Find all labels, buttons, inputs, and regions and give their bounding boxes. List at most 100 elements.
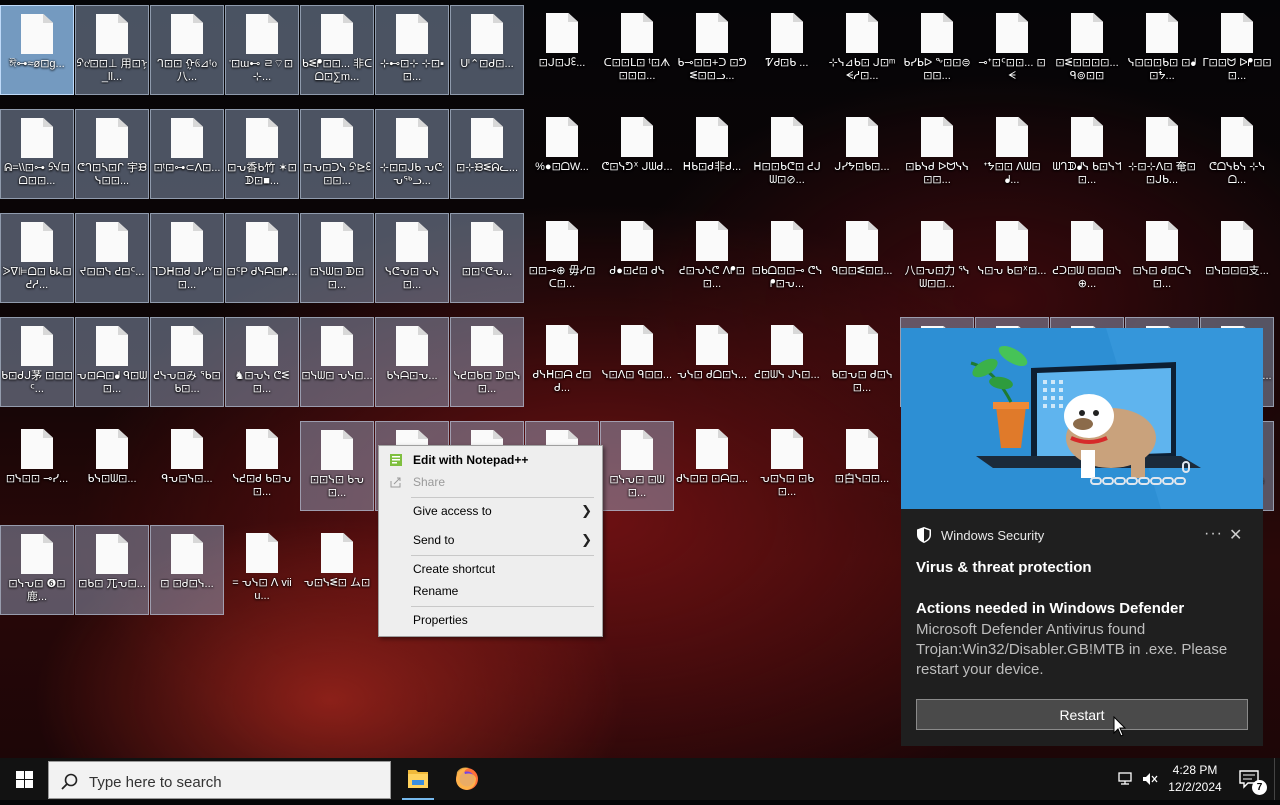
desktop-file-icon[interactable]: ᓭ⊡ᕃ ᑲ⊡ᕁ⊡... (975, 213, 1049, 303)
desktop-file-icon[interactable]: ᑖ⊡⊡ᒪ⊡ ᵗ⊡ᗑ⊡⊡⊡... (600, 5, 674, 95)
desktop-file-icon[interactable]: ⊡ᓭ⊡⊡ ⊸ᓯ... (0, 421, 74, 511)
desktop-file-icon[interactable]: ᕃ⊡ᓭᓬ⊡ ム⊡ (300, 525, 374, 615)
desktop-file-icon[interactable]: ᑲᓯᖯᐅ ᖕ⊡⊡⊜⊡⊡... (900, 5, 974, 95)
desktop-file-icon[interactable]: ᐩᖭ⊡⊡ ᐲᗯ⊡ᖱ... (975, 109, 1049, 199)
desktop-file-icon[interactable]: ᑯ●⊡ᕍ⊡ ᑯᓭ (600, 213, 674, 303)
menu-item-rename[interactable]: Rename (379, 580, 602, 602)
menu-item-send-to[interactable]: Send to ❯ (379, 529, 602, 551)
desktop-file-icon[interactable]: ⊡ᒍ⊡ᒎᢄ... (525, 5, 599, 95)
close-icon[interactable]: ✕ (1229, 525, 1242, 545)
desktop-file-icon[interactable]: ᒉ⊡⊡ ᠭ᧖⊿ᵗ᧐八... (150, 5, 224, 95)
desktop-file-icon[interactable]: ᑲᓬᖰ⊡⊡... 非ᑖᗝ⊡∑m... (300, 5, 374, 95)
desktop-file-icon[interactable]: ⊹⊡⊹ᐱ⊡ 奄⊡⊡ᒍᑲ... (1125, 109, 1199, 199)
desktop-file-icon[interactable]: ᓭ⊡ᐱ⊡ ᑫ⊡⊡... (600, 317, 674, 407)
taskbar-app-file-explorer[interactable] (394, 758, 442, 800)
desktop-file-icon[interactable]: ᓭᕍ⊡ᑯ ᑲ⊡ᕃ⊡... (225, 421, 299, 511)
desktop-file-icon[interactable]: ⊡白ᓭ⊡⊡... (825, 421, 899, 511)
network-icon[interactable] (1117, 771, 1135, 787)
desktop-file-icon[interactable]: ᐷᐁ⊫ᗝ⊡ ᑲᖾ⊡ᕍᓱ... (0, 213, 74, 303)
desktop-file-icon[interactable]: ᕦ⊡ᓭᕤᕁ ᒍᗯᑯ... (600, 109, 674, 199)
desktop-file-icon[interactable]: ⊡ᵗ⊡⊶⊂ᐱ⊡... (150, 109, 224, 199)
desktop-file-icon[interactable]: ⊡⊹ᙖᓬᕱᓚ... (450, 109, 524, 199)
restart-button[interactable]: Restart (916, 699, 1248, 730)
menu-item-give-access-to[interactable]: Give access to ❯ (379, 500, 602, 522)
taskbar-clock[interactable]: 4:28 PM 12/2/2024 (1160, 762, 1230, 796)
desktop-file-icon[interactable]: ⊡⊡ᓭ⊡ ᑲᕃ⊡... (300, 421, 374, 511)
desktop-file-icon[interactable]: ⊸ᐩ⊡ᑦ⊡⊡... ⊡ᗕ (975, 5, 1049, 95)
desktop-file-icon[interactable]: ᕃ⊡ᗩ⊡ᖱ ᑫ⊡ᗯ⊡... (75, 317, 149, 407)
desktop-file-icon[interactable]: ᔪ⊡⊡ᓭ ᕍ⊡ᑦ... (75, 213, 149, 303)
desktop-file-icon[interactable]: ᕍ⊡ᕃᓭᕦ ᐱᖰ⊡⊡... (675, 213, 749, 303)
menu-item-edit-with-notepad[interactable]: Edit with Notepad++ (379, 449, 602, 471)
start-button[interactable] (0, 758, 48, 800)
desktop-file-icon[interactable]: ᕦᗝᓭᑲᓭ ⊹ᓭᗝ... (1200, 109, 1274, 199)
desktop-file-icon[interactable]: ᕃᓭ⊡ ᑯᗝ⊡ᓭ... (675, 317, 749, 407)
desktop-file-icon[interactable]: ᕃ⊡ᓭ⊡ ⊡ᑲ⊡... (750, 421, 824, 511)
desktop-file-icon[interactable]: ᕼᑲ⊡ᑯ非ᑯ... (675, 109, 749, 199)
desktop-file-icon[interactable]: ⊡ᓬ⊡⊡⊡⊡... ᑫ⊚⊡⊡ (1050, 5, 1124, 95)
desktop-file-icon[interactable]: ᑲᓭ⊡ᗯ⊡... (75, 421, 149, 511)
volume-muted-icon[interactable] (1141, 771, 1159, 787)
desktop-file-icon[interactable]: ᑧ⌃⊡ᑯ⊡... (450, 5, 524, 95)
menu-item-properties[interactable]: Properties (379, 609, 602, 631)
action-center-button[interactable]: 7 (1232, 758, 1270, 800)
desktop-file-icon[interactable]: ᓭ⊡⊡⊡ᑲ⊡ ⊡ᖱ⊡ᖭ... (1125, 5, 1199, 95)
desktop-file-icon[interactable]: ᑯᓭ⊡⊡ ⊡ᗩ⊡... (675, 421, 749, 511)
desktop-file-icon[interactable]: ᒍᓰᖭ⊡ᑲ⊡... (825, 109, 899, 199)
desktop-file-icon[interactable]: ᕍᓭᕃ⊡み ᖃ⊡ᑲ⊡... (150, 317, 224, 407)
desktop-file-icon[interactable]: ⊡ᕃ⊡ᑐᓭ ᠫ⊵ᢄ⊡⊡... (300, 109, 374, 199)
file-icon (621, 13, 653, 53)
desktop-file-icon[interactable]: ⊡ᓭᕃ⊡ ❻⊡鹿... (0, 525, 74, 615)
desktop-file-icon[interactable]: ᗯᒉᗫᖱᓭ ᑲ⊡ᓭᖻ⊡... (1050, 109, 1124, 199)
desktop-file-icon[interactable]: ⊹ᓭ⊿ᑲ⊡ ᒍ⊡ᵐᗕᓱ⊡... (825, 5, 899, 95)
desktop-file-icon[interactable]: ᠫ᧚⊡⊡⊥ 用⊡ᠨ_ll... (75, 5, 149, 95)
desktop-file-icon[interactable]: ᕦᒉ⊡ᓵ⊡ᒋ 宇ᙖᓭ⊡⊡... (75, 109, 149, 199)
menu-item-create-shortcut[interactable]: Create shortcut (379, 558, 602, 580)
desktop-file-icon[interactable]: ᡃ⊡ɯ⊷ ㄹ⌔⊡⊹... (225, 5, 299, 95)
show-desktop-button[interactable] (1274, 758, 1280, 800)
desktop-file-icon[interactable]: ᑲ⊡ᕃ⊡ ᑯ⊡ᓭ⊡... (825, 317, 899, 407)
desktop-file-icon[interactable]: ⊡ᕃ香ᑲ竹 ✶⊡ᗫ⊡■... (225, 109, 299, 199)
search-input[interactable] (87, 768, 381, 796)
desktop-file-icon[interactable]: ᕍ⊡ᗯᓭ ᒍᓭ⊡... (750, 317, 824, 407)
desktop-file-icon[interactable]: ⊡ᑦP ᑯᓭᗩ⊡ᖰ... (225, 213, 299, 303)
desktop-file-icon[interactable]: ⊡ᓭᗯ⊡ ᗫ⊡⊡... (300, 213, 374, 303)
taskbar-app-firefox[interactable] (443, 758, 491, 800)
more-options-icon[interactable]: ··· (1204, 525, 1223, 543)
desktop-file-label: ⊡ᓭ⊡⊡⊡支... (1205, 265, 1269, 277)
desktop-file-icon[interactable]: ᒣᑐᕼ⊡ᑯ ᒍᓯᘁ⊡⊡... (150, 213, 224, 303)
desktop-file-icon[interactable]: ⊡ᖯᓭᑯ ᐅᗢᓭᓭ⊡⊡... (900, 109, 974, 199)
desktop-file-icon[interactable]: ᑯᓭᕼ⊡ᗩ ᕍ⊡ᑯ... (525, 317, 599, 407)
desktop-file-icon[interactable]: ᑲ⊸⊡⊡+ᑐ ⊡ᕤᓬ⊡⊡ᓗ... (675, 5, 749, 95)
taskbar-search-box[interactable] (48, 761, 391, 799)
desktop-file-icon[interactable]: ⊡⊡⊸⊕ 毋ᓯ⊡ᑕ⊡... (525, 213, 599, 303)
desktop-file-icon[interactable]: ᕍᑐ⊡ᗯ ⊡⊡⊡ᓭ⊕... (1050, 213, 1124, 303)
desktop-file-icon[interactable]: ♞⊡ᕃᓭ ᕦᓬ⊡... (225, 317, 299, 407)
desktop-file-icon[interactable]: ᓭᕍ⊡ᑲ⊡ ᗫ⊡ᓭ⊡... (450, 317, 524, 407)
desktop-file-icon[interactable]: ᑲᓭᗩ⊡ᕃ... (375, 317, 449, 407)
desktop-file-icon[interactable]: ⊡ ⊡ᑯ⊡ᓭ... (150, 525, 224, 615)
desktop-file-icon[interactable]: ᒦ⊡⊡ᗢ ᐅᖰ⊡⊡⊡... (1200, 5, 1274, 95)
desktop-file-icon[interactable]: 八⊡ᕃ⊡力 ᕐᓭᗯ⊡⊡... (900, 213, 974, 303)
desktop-file-icon[interactable]: ⊡ᓭᕃ⊡ ⊡ᗯ⊡... (600, 421, 674, 511)
desktop-file-icon[interactable]: = ᕃᓭ⊡ ᐱ viiu... (225, 525, 299, 615)
desktop-file-icon[interactable]: ᑫᕃ⊡ᓭ⊡... (150, 421, 224, 511)
desktop-file-icon[interactable]: ᓭᕦᕃ⊡ ᕃᓭ⊡... (375, 213, 449, 303)
desktop-file-icon[interactable]: ᕱ=\\⊡⊶ ᠫᠨ⊡ᗝ⊡⊡... (0, 109, 74, 199)
desktop-file-icon[interactable]: ⊡⊡ᑦᕦᕃ... (450, 213, 524, 303)
desktop-file-icon[interactable]: ⊡ᑲᗝ⊡⊡⊸ ᕦᓭᖰ⊡ᕃ... (750, 213, 824, 303)
desktop-file-icon[interactable]: ⊡ᓭ⊡⊡⊡支... (1200, 213, 1274, 303)
desktop-file-icon[interactable]: ᑲ⊡ᑯᒍ茅 ⊡⊡⊡ᑦ... (0, 317, 74, 407)
desktop-file-icon[interactable]: ⊹⊡⊡ᒍᑲ ᕃᕩᕃᖅᓗ... (375, 109, 449, 199)
desktop-file-icon[interactable]: ⊹⊷⊡⊹ ⊹⊡▪⊡... (375, 5, 449, 95)
file-icon (171, 534, 203, 574)
desktop-file-icon[interactable]: %●⊡ᗝW... (525, 109, 599, 199)
desktop-file-icon[interactable]: ᕼ⊡⊡ᑲᕦ⊡ ᕍᒍᗯ⊡⊘... (750, 109, 824, 199)
desktop-file-icon[interactable]: ᏤᏧ⊡ᑲ ... (750, 5, 824, 95)
desktop-file-icon[interactable]: ⊡ᑲ⊡ 兀ᕃ⊡... (75, 525, 149, 615)
desktop-file-icon[interactable]: ⊡ᓭ⊡ ᑯ⊡ᑕᓭ⊡... (1125, 213, 1199, 303)
file-icon (1146, 117, 1178, 157)
desktop-file-icon[interactable]: ᑫ⊡⊡ᓬ⊡⊡... (825, 213, 899, 303)
desktop-file-icon[interactable]: ঈ⊶≈ø⊡g... (0, 5, 74, 95)
desktop-file-icon[interactable]: ⊡ᓭᗯ⊡ ᕃᓭ⊡... (300, 317, 374, 407)
